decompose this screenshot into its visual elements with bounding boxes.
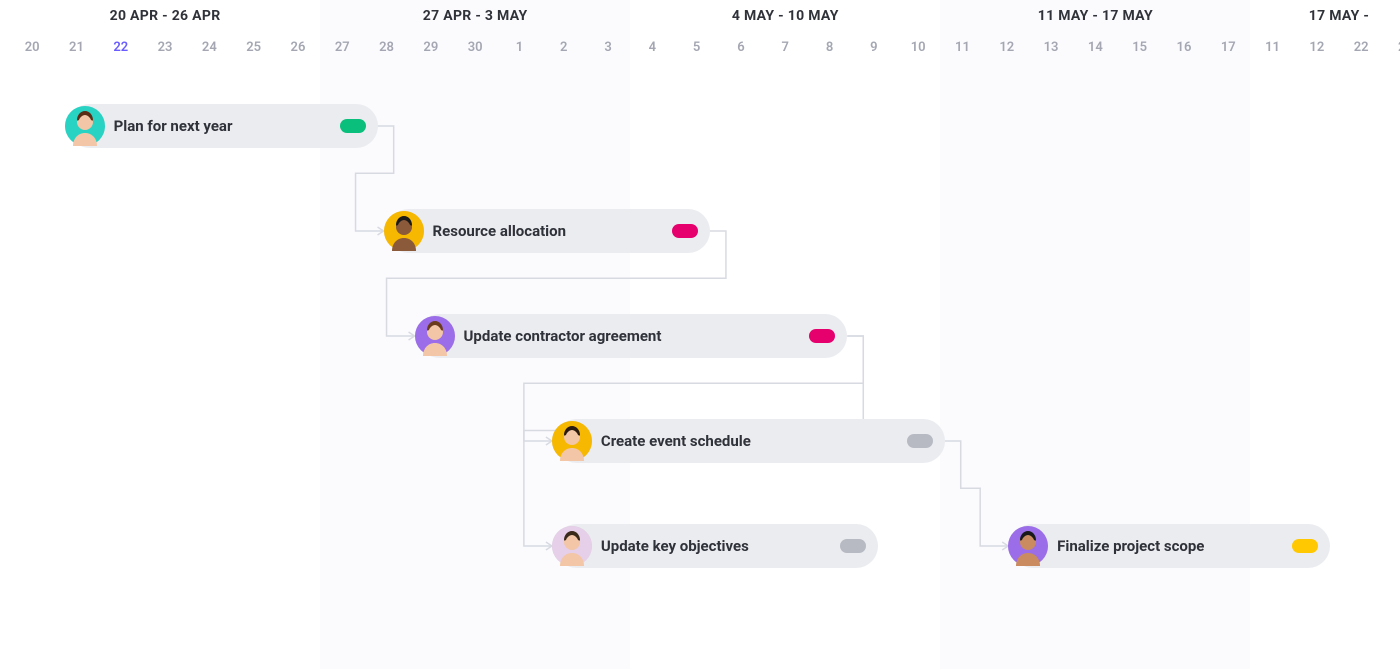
- task-bar[interactable]: Finalize project scope: [1011, 524, 1330, 568]
- day-label[interactable]: 27: [320, 40, 364, 55]
- task-label: Finalize project scope: [1057, 537, 1204, 555]
- day-label[interactable]: 11: [1250, 40, 1294, 55]
- day-label[interactable]: 26: [276, 40, 320, 55]
- day-label-today[interactable]: 22: [99, 40, 143, 55]
- day-label[interactable]: 23: [143, 40, 187, 55]
- day-label[interactable]: 11: [940, 40, 984, 55]
- day-label[interactable]: 10: [896, 40, 940, 55]
- task-status-pill[interactable]: [672, 224, 698, 238]
- day-label[interactable]: 2: [542, 40, 586, 55]
- assignee-avatar[interactable]: [552, 526, 592, 566]
- week-label: 11 MAY - 17 MAY: [1038, 8, 1153, 24]
- task-bar[interactable]: Update key objectives: [555, 524, 878, 568]
- day-label[interactable]: 12: [1295, 40, 1339, 55]
- task-status-pill[interactable]: [907, 434, 933, 448]
- assignee-avatar[interactable]: [384, 211, 424, 251]
- day-label[interactable]: 15: [1118, 40, 1162, 55]
- task-bar[interactable]: Create event schedule: [555, 419, 945, 463]
- day-label[interactable]: 20: [10, 40, 54, 55]
- task-label: Resource allocation: [433, 222, 566, 240]
- task-bar[interactable]: Update contractor agreement: [418, 314, 848, 358]
- day-label[interactable]: 16: [1162, 40, 1206, 55]
- dependency-lines: [0, 66, 1400, 669]
- assignee-avatar[interactable]: [65, 106, 105, 146]
- assignee-avatar[interactable]: [1008, 526, 1048, 566]
- day-label[interactable]: 13: [1029, 40, 1073, 55]
- task-status-pill[interactable]: [340, 119, 366, 133]
- day-label[interactable]: 6: [719, 40, 763, 55]
- week-label: 20 APR - 26 APR: [110, 8, 221, 24]
- day-label[interactable]: 28: [364, 40, 408, 55]
- day-label[interactable]: 23: [1383, 40, 1400, 55]
- task-label: Update key objectives: [601, 537, 749, 555]
- gantt-canvas[interactable]: Plan for next year Resource allocation Upd…: [0, 66, 1400, 669]
- day-label[interactable]: 1: [497, 40, 541, 55]
- assignee-avatar[interactable]: [415, 316, 455, 356]
- week-label: 17 MAY -: [1309, 8, 1370, 24]
- day-label[interactable]: 30: [453, 40, 497, 55]
- day-label[interactable]: 8: [807, 40, 851, 55]
- task-bar[interactable]: Plan for next year: [68, 104, 378, 148]
- day-label[interactable]: 17: [1206, 40, 1250, 55]
- day-label[interactable]: 21: [54, 40, 98, 55]
- day-label[interactable]: 3: [586, 40, 630, 55]
- day-label[interactable]: 29: [409, 40, 453, 55]
- week-label: 4 MAY - 10 MAY: [732, 8, 839, 24]
- task-bar[interactable]: Resource allocation: [387, 209, 710, 253]
- task-status-pill[interactable]: [840, 539, 866, 553]
- task-label: Plan for next year: [114, 117, 233, 135]
- week-labels-row: 20 APR - 26 APR 27 APR - 3 MAY 4 MAY - 10 …: [0, 0, 1400, 32]
- task-label: Create event schedule: [601, 432, 751, 450]
- day-labels-row: 2021222324252627282930123456789101112131…: [0, 34, 1400, 62]
- day-label[interactable]: 4: [630, 40, 674, 55]
- task-label: Update contractor agreement: [464, 327, 662, 345]
- dependency-connector: [945, 441, 1008, 546]
- day-label[interactable]: 14: [1073, 40, 1117, 55]
- day-label[interactable]: 7: [763, 40, 807, 55]
- week-label: 27 APR - 3 MAY: [423, 8, 528, 24]
- task-status-pill[interactable]: [1292, 539, 1318, 553]
- day-label[interactable]: 25: [232, 40, 276, 55]
- timeline-header: 20 APR - 26 APR 27 APR - 3 MAY 4 MAY - 10 …: [0, 0, 1400, 66]
- day-label[interactable]: 24: [187, 40, 231, 55]
- day-label[interactable]: 5: [675, 40, 719, 55]
- day-label[interactable]: 22: [1339, 40, 1383, 55]
- day-label[interactable]: 9: [852, 40, 896, 55]
- gantt-timeline: 20 APR - 26 APR 27 APR - 3 MAY 4 MAY - 10 …: [0, 0, 1400, 669]
- day-label[interactable]: 12: [985, 40, 1029, 55]
- assignee-avatar[interactable]: [552, 421, 592, 461]
- task-status-pill[interactable]: [809, 329, 835, 343]
